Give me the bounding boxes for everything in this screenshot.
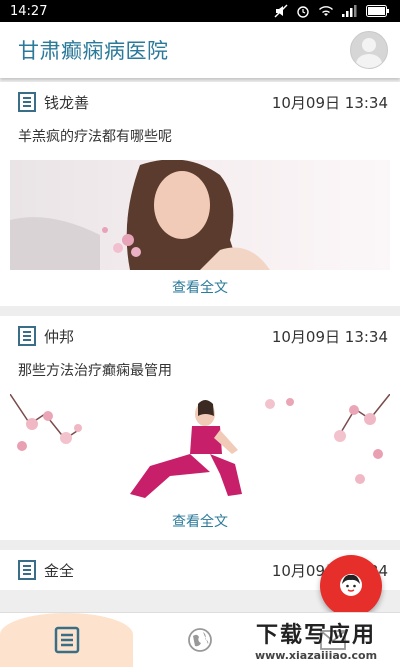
site-watermark: 下载写应用 www.xiazaiiiao.com — [236, 615, 396, 663]
document-icon — [18, 326, 36, 346]
post-header: 仲邦 10月09日 13:34 — [0, 316, 400, 356]
post-title[interactable]: 羊羔疯的疗法都有哪些呢 — [0, 122, 400, 152]
doctor-avatar-icon — [340, 574, 362, 596]
status-time: 14:27 — [10, 3, 48, 19]
watermark-main: 下载写应用 — [255, 622, 376, 648]
post-time: 10月09日 13:34 — [271, 93, 388, 112]
consult-fab-button[interactable] — [320, 555, 382, 617]
post-image-yoga[interactable] — [10, 394, 390, 504]
user-avatar[interactable] — [350, 31, 388, 69]
read-more-link[interactable]: 查看全文 — [0, 504, 400, 540]
globe-icon — [187, 628, 212, 652]
post-card[interactable]: 仲邦 10月09日 13:34 那些方法治疗癫痫最管用 查看全文 — [0, 316, 400, 540]
app-bar: 甘肃癫痫病医院 — [0, 22, 400, 78]
battery-icon — [366, 5, 389, 17]
document-icon — [18, 92, 36, 112]
alarm-icon — [297, 6, 309, 18]
nav-tab-articles[interactable] — [0, 613, 133, 667]
article-list-icon — [54, 626, 79, 654]
document-icon — [18, 560, 36, 580]
post-author: 钱龙善 — [44, 93, 90, 112]
post-image-woman-flowers[interactable] — [10, 160, 390, 270]
read-more-link[interactable]: 查看全文 — [0, 270, 400, 306]
wifi-icon — [319, 6, 333, 16]
status-bar: 14:27 — [0, 0, 400, 22]
post-header: 钱龙善 10月09日 13:34 — [0, 82, 400, 122]
app-title: 甘肃癫痫病医院 — [18, 39, 169, 63]
post-time: 10月09日 13:34 — [271, 327, 388, 346]
mute-icon — [274, 4, 288, 18]
post-title[interactable]: 那些方法治疗癫痫最管用 — [0, 356, 400, 386]
signal-icon — [342, 5, 357, 17]
watermark-url: www.xiazaiiiao.com — [254, 648, 378, 662]
post-card[interactable]: 钱龙善 10月09日 13:34 羊羔疯的疗法都有哪些呢 查看全文 — [0, 82, 400, 306]
post-author: 金全 — [44, 561, 75, 580]
status-icons — [274, 4, 390, 18]
post-author: 仲邦 — [44, 327, 75, 346]
post-feed: 钱龙善 10月09日 13:34 羊羔疯的疗法都有哪些呢 查看全文 仲邦 10月… — [0, 82, 400, 600]
